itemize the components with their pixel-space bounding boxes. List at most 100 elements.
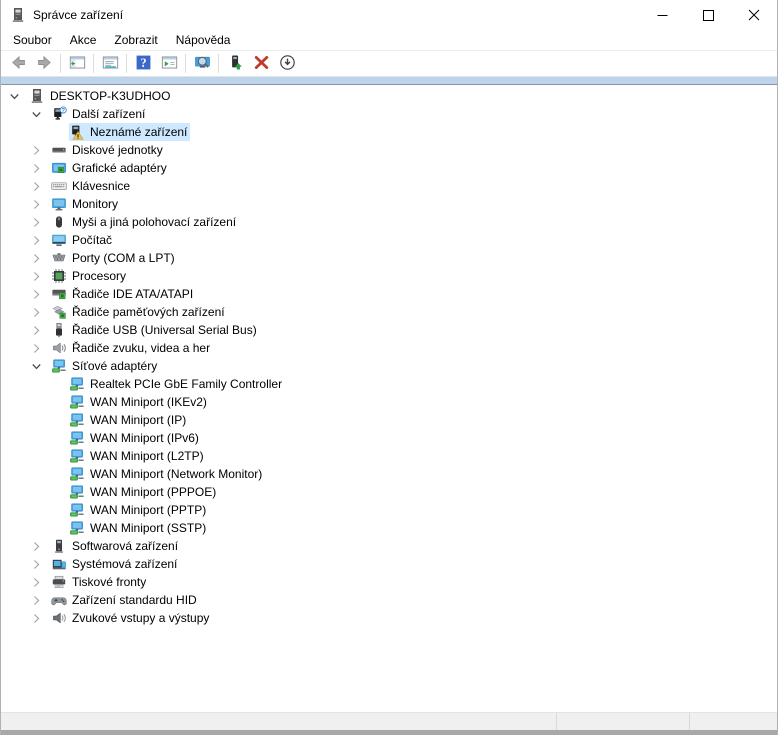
- tree-item[interactable]: Monitory: [1, 195, 777, 213]
- tree-item-content[interactable]: Řadiče IDE ATA/ATAPI: [51, 285, 196, 303]
- collapsed-chevron-icon[interactable]: [31, 339, 51, 357]
- tree-item-content[interactable]: Tiskové fronty: [51, 573, 149, 591]
- tree-item-content[interactable]: Monitory: [51, 195, 121, 213]
- collapsed-chevron-icon[interactable]: [31, 177, 51, 195]
- tree-item-label: Zařízení standardu HID: [72, 591, 197, 609]
- collapsed-chevron-icon[interactable]: [31, 267, 51, 285]
- help-button[interactable]: ?: [131, 53, 155, 75]
- show-console-tree-button[interactable]: [65, 53, 89, 75]
- collapsed-chevron-icon[interactable]: [31, 321, 51, 339]
- tree-item[interactable]: Systémová zařízení: [1, 555, 777, 573]
- tree-item-content[interactable]: WAN Miniport (IP): [69, 411, 189, 429]
- tree-item[interactable]: Zvukové vstupy a výstupy: [1, 609, 777, 627]
- tree-item[interactable]: Myši a jiná polohovací zařízení: [1, 213, 777, 231]
- tree-item-content[interactable]: Myši a jiná polohovací zařízení: [51, 213, 239, 231]
- tree-item[interactable]: Řadiče paměťových zařízení: [1, 303, 777, 321]
- tree-item-content[interactable]: WAN Miniport (PPPOE): [69, 483, 219, 501]
- tree-item[interactable]: Realtek PCIe GbE Family Controller: [1, 375, 777, 393]
- update-driver-button[interactable]: [223, 53, 247, 75]
- tree-item[interactable]: WAN Miniport (Network Monitor): [1, 465, 777, 483]
- disable-device-button[interactable]: [275, 53, 299, 75]
- tree-item-content[interactable]: WAN Miniport (SSTP): [69, 519, 209, 537]
- tree-item-content[interactable]: WAN Miniport (IKEv2): [69, 393, 210, 411]
- collapsed-chevron-icon[interactable]: [31, 591, 51, 609]
- back-arrow-button[interactable]: [6, 53, 30, 75]
- tree-item[interactable]: Grafické adaptéry: [1, 159, 777, 177]
- collapsed-chevron-icon[interactable]: [31, 195, 51, 213]
- tree-item-content[interactable]: WAN Miniport (IPv6): [69, 429, 202, 447]
- tree-item[interactable]: Klávesnice: [1, 177, 777, 195]
- tree-item[interactable]: WAN Miniport (PPPOE): [1, 483, 777, 501]
- tree-item-content[interactable]: Softwarová zařízení: [51, 537, 181, 555]
- tree-item-content[interactable]: Zvukové vstupy a výstupy: [51, 609, 212, 627]
- expanded-chevron-icon[interactable]: [9, 87, 29, 105]
- collapsed-chevron-icon[interactable]: [31, 573, 51, 591]
- scan-hardware-changes-button[interactable]: [190, 53, 214, 75]
- menu-akce[interactable]: Akce: [61, 31, 106, 49]
- forward-arrow-button[interactable]: [32, 53, 56, 75]
- tree-item[interactable]: Neznámé zařízení: [1, 123, 777, 141]
- tree-item-content[interactable]: Diskové jednotky: [51, 141, 166, 159]
- tree-item[interactable]: WAN Miniport (IPv6): [1, 429, 777, 447]
- expanded-chevron-icon[interactable]: [31, 357, 51, 375]
- tree-item[interactable]: Řadiče IDE ATA/ATAPI: [1, 285, 777, 303]
- tree-item-content[interactable]: Systémová zařízení: [51, 555, 180, 573]
- tree-item-content[interactable]: WAN Miniport (PPTP): [69, 501, 209, 519]
- tree-item[interactable]: Softwarová zařízení: [1, 537, 777, 555]
- action-pane-button[interactable]: [157, 53, 181, 75]
- collapsed-chevron-icon[interactable]: [31, 213, 51, 231]
- tree-item[interactable]: Síťové adaptéry: [1, 357, 777, 375]
- tree-item[interactable]: Zařízení standardu HID: [1, 591, 777, 609]
- close-button[interactable]: [731, 0, 777, 30]
- tree-item-content[interactable]: Řadiče paměťových zařízení: [51, 303, 228, 321]
- tree-item-content[interactable]: Počítač: [51, 231, 115, 249]
- menu-soubor[interactable]: Soubor: [4, 31, 61, 49]
- monitor-icon: [51, 196, 67, 212]
- tree-item[interactable]: ?Další zařízení: [1, 105, 777, 123]
- collapsed-chevron-icon[interactable]: [31, 285, 51, 303]
- tree-item[interactable]: Diskové jednotky: [1, 141, 777, 159]
- tree-item-content[interactable]: Klávesnice: [51, 177, 133, 195]
- collapsed-chevron-icon[interactable]: [31, 249, 51, 267]
- tree-item[interactable]: WAN Miniport (IKEv2): [1, 393, 777, 411]
- properties-button[interactable]: [98, 53, 122, 75]
- menu-zobrazit[interactable]: Zobrazit: [105, 31, 166, 49]
- collapsed-chevron-icon[interactable]: [31, 159, 51, 177]
- tree-item-content[interactable]: Řadiče USB (Universal Serial Bus): [51, 321, 260, 339]
- tree-item[interactable]: Procesory: [1, 267, 777, 285]
- minimize-button[interactable]: [639, 0, 685, 30]
- menu-napoveda[interactable]: Nápověda: [167, 31, 240, 49]
- tree-item[interactable]: Řadiče USB (Universal Serial Bus): [1, 321, 777, 339]
- tree-item[interactable]: WAN Miniport (PPTP): [1, 501, 777, 519]
- maximize-button[interactable]: [685, 0, 731, 30]
- collapsed-chevron-icon[interactable]: [31, 303, 51, 321]
- tree-item-content[interactable]: Grafické adaptéry: [51, 159, 170, 177]
- tree-item-content[interactable]: Zařízení standardu HID: [51, 591, 200, 609]
- expanded-chevron-icon[interactable]: [31, 105, 51, 123]
- tree-item-content[interactable]: ?Další zařízení: [51, 105, 148, 123]
- collapsed-chevron-icon[interactable]: [31, 555, 51, 573]
- uninstall-device-button[interactable]: [249, 53, 273, 75]
- collapsed-chevron-icon[interactable]: [31, 141, 51, 159]
- tree-item-content[interactable]: WAN Miniport (Network Monitor): [69, 465, 265, 483]
- tree-item-content-selected[interactable]: Neznámé zařízení: [69, 123, 190, 141]
- tree-item-content[interactable]: Porty (COM a LPT): [51, 249, 178, 267]
- tree-item[interactable]: WAN Miniport (SSTP): [1, 519, 777, 537]
- tree-item-content[interactable]: Procesory: [51, 267, 129, 285]
- tree-item[interactable]: Tiskové fronty: [1, 573, 777, 591]
- toolbar-separator: [60, 54, 61, 73]
- tree-item-content[interactable]: Realtek PCIe GbE Family Controller: [69, 375, 285, 393]
- collapsed-chevron-icon[interactable]: [31, 537, 51, 555]
- tree-item-content[interactable]: Řadiče zvuku, videa a her: [51, 339, 213, 357]
- tree-item[interactable]: DESKTOP-K3UDHOO: [1, 87, 777, 105]
- tree-item[interactable]: WAN Miniport (IP): [1, 411, 777, 429]
- collapsed-chevron-icon[interactable]: [31, 609, 51, 627]
- tree-item[interactable]: Počítač: [1, 231, 777, 249]
- tree-item[interactable]: Řadiče zvuku, videa a her: [1, 339, 777, 357]
- collapsed-chevron-icon[interactable]: [31, 231, 51, 249]
- tree-item[interactable]: Porty (COM a LPT): [1, 249, 777, 267]
- tree-item-content[interactable]: WAN Miniport (L2TP): [69, 447, 207, 465]
- tree-item[interactable]: WAN Miniport (L2TP): [1, 447, 777, 465]
- tree-item-content[interactable]: DESKTOP-K3UDHOO: [29, 87, 173, 105]
- tree-item-content[interactable]: Síťové adaptéry: [51, 357, 160, 375]
